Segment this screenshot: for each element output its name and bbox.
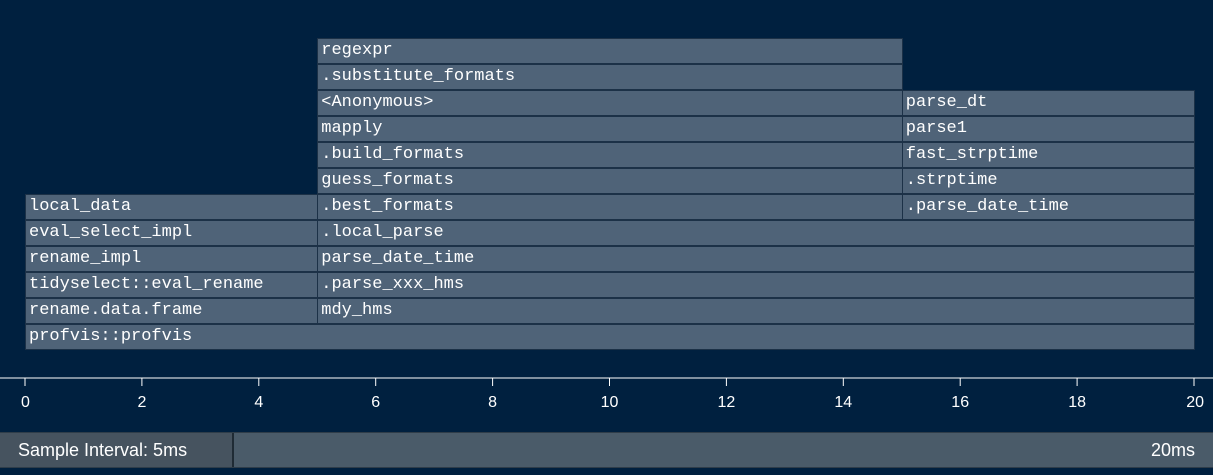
frame-substitute-formats[interactable]: .substitute_formats (317, 64, 903, 90)
frame-profvis-profvis[interactable]: profvis::profvis (25, 324, 1195, 350)
axis-tick-label: 12 (718, 394, 736, 411)
status-bar: Sample Interval: 5ms 20ms (0, 432, 1213, 468)
axis-tick-label: 20 (1186, 394, 1204, 411)
frame-anonymous[interactable]: <Anonymous> (317, 90, 903, 116)
frame-parse-date-time[interactable]: .parse_date_time (901, 194, 1195, 220)
total-time-label: 20ms (1150, 440, 1195, 460)
axis-ticks: 0 2 4 6 8 10 12 14 16 18 20 (21, 378, 1204, 411)
frame-rename-impl[interactable]: rename_impl (25, 246, 319, 272)
sample-interval-label: Sample Interval: 5ms (0, 433, 234, 467)
frame-parse1[interactable]: parse1 (901, 116, 1195, 142)
frame-mapply[interactable]: mapply (317, 116, 903, 142)
axis-tick-label: 8 (488, 394, 497, 411)
frame-local-data[interactable]: local_data (25, 194, 319, 220)
axis-tick-label: 10 (601, 394, 619, 411)
frame-strptime[interactable]: .strptime (901, 168, 1195, 194)
frame-fast-strptime[interactable]: fast_strptime (901, 142, 1195, 168)
axis-tick-label: 18 (1068, 394, 1086, 411)
axis-tick-label: 14 (834, 394, 852, 411)
frame-local-parse[interactable]: .local_parse (317, 220, 1195, 246)
frame-eval-select-impl[interactable]: eval_select_impl (25, 220, 319, 246)
frame-tidyselect-eval-rename[interactable]: tidyselect::eval_rename (25, 272, 319, 298)
frame-parse-xxx-hms[interactable]: .parse_xxx_hms (317, 272, 1195, 298)
axis-tick-label: 16 (951, 394, 969, 411)
time-axis: 0 2 4 6 8 10 12 14 16 18 20 (0, 377, 1213, 411)
axis-tick-label: 6 (371, 394, 380, 411)
axis-tick-label: 2 (137, 394, 146, 411)
profvis-flamegraph-view: profvis::profvis rename.data.frame tidysel… (0, 0, 1213, 475)
axis-tick-label: 0 (21, 394, 30, 411)
frame-parse-dt[interactable]: parse_dt (901, 90, 1195, 116)
frame-rename-data-frame[interactable]: rename.data.frame (25, 298, 319, 324)
frame-guess-formats[interactable]: guess_formats (317, 168, 903, 194)
axis-tick-label: 4 (254, 394, 263, 411)
frame-parse-date-time[interactable]: parse_date_time (317, 246, 1195, 272)
frame-build-formats[interactable]: .build_formats (317, 142, 903, 168)
frame-mdy-hms[interactable]: mdy_hms (317, 298, 1195, 324)
frame-best-formats[interactable]: .best_formats (317, 194, 903, 220)
frame-regexpr[interactable]: regexpr (317, 38, 903, 64)
